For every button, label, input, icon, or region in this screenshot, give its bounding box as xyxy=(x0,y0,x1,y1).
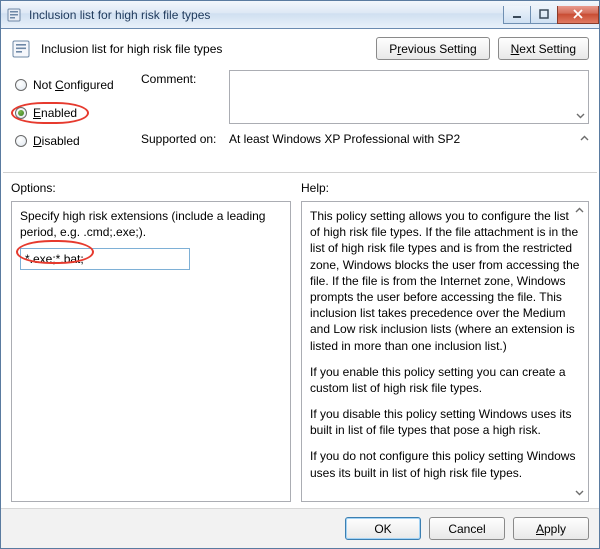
maximize-button[interactable] xyxy=(530,6,558,24)
comment-textarea[interactable] xyxy=(229,70,589,124)
info-column: Comment: Supported on: At least Windows … xyxy=(141,70,589,162)
header-row: Inclusion list for high risk file types … xyxy=(1,29,599,66)
radio-icon xyxy=(15,135,27,147)
policy-title: Inclusion list for high risk file types xyxy=(41,42,368,56)
config-row: Not Configured Enabled Disabled Comment: xyxy=(1,66,599,162)
help-panel: This policy setting allows you to config… xyxy=(301,201,589,502)
ok-button[interactable]: OK xyxy=(345,517,421,540)
help-paragraph: If you disable this policy setting Windo… xyxy=(310,406,580,438)
window-title: Inclusion list for high risk file types xyxy=(29,8,504,22)
extensions-input[interactable] xyxy=(20,248,190,270)
chevron-up-icon[interactable] xyxy=(571,202,588,219)
options-panel: Specify high risk extensions (include a … xyxy=(11,201,291,502)
policy-dialog: Inclusion list for high risk file types … xyxy=(0,0,600,549)
radio-label-disabled: Disabled xyxy=(33,134,80,148)
policy-icon xyxy=(11,38,33,60)
dialog-button-row: OK Cancel Apply xyxy=(1,508,599,548)
supported-on-label: Supported on: xyxy=(141,130,229,146)
chevron-up-icon[interactable] xyxy=(580,132,589,146)
help-paragraph: If you do not configure this policy sett… xyxy=(310,448,580,480)
radio-icon xyxy=(15,107,27,119)
radio-enabled[interactable]: Enabled xyxy=(15,106,141,120)
titlebar: Inclusion list for high risk file types xyxy=(1,1,599,29)
cancel-button[interactable]: Cancel xyxy=(429,517,505,540)
help-heading: Help: xyxy=(301,181,589,195)
lower-split: Options: Specify high risk extensions (i… xyxy=(1,173,599,508)
chevron-down-icon[interactable] xyxy=(572,107,588,123)
radio-label-not-configured: Not Configured xyxy=(33,78,114,92)
close-button[interactable] xyxy=(557,6,599,24)
help-paragraph: This policy setting allows you to config… xyxy=(310,208,580,354)
apply-button[interactable]: Apply xyxy=(513,517,589,540)
radio-not-configured[interactable]: Not Configured xyxy=(15,78,141,92)
state-radios: Not Configured Enabled Disabled xyxy=(11,70,141,162)
scrollbar[interactable] xyxy=(571,202,588,501)
radio-label-enabled: Enabled xyxy=(33,106,77,120)
comment-label: Comment: xyxy=(141,70,229,86)
help-column: Help: This policy setting allows you to … xyxy=(301,181,589,502)
options-heading: Options: xyxy=(11,181,291,195)
supported-on-value: At least Windows XP Professional with SP… xyxy=(229,130,571,146)
policy-window-icon xyxy=(7,7,23,23)
previous-setting-button[interactable]: Previous Setting xyxy=(376,37,489,60)
minimize-button[interactable] xyxy=(503,6,531,24)
options-hint: Specify high risk extensions (include a … xyxy=(20,208,282,240)
help-paragraph: If you enable this policy setting you ca… xyxy=(310,364,580,396)
next-setting-button[interactable]: Next Setting xyxy=(498,37,589,60)
radio-icon xyxy=(15,79,27,91)
chevron-down-icon[interactable] xyxy=(571,484,588,501)
radio-disabled[interactable]: Disabled xyxy=(15,134,141,148)
options-column: Options: Specify high risk extensions (i… xyxy=(11,181,291,502)
window-controls xyxy=(504,6,599,24)
